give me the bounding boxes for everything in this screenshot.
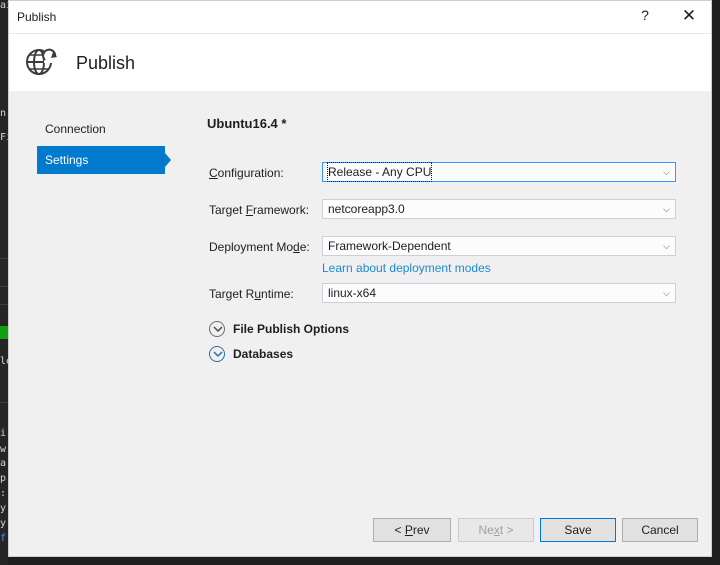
- bg-glyph: y: [0, 518, 7, 529]
- background-editor-strip: ai n Fi le i w a p : y y f: [0, 0, 8, 565]
- dialog-header: Publish: [9, 33, 711, 91]
- deployment-mode-dropdown[interactable]: Framework-Dependent ⌵: [322, 236, 676, 256]
- target-framework-label: Target Framework:: [209, 203, 310, 217]
- title-bar: Publish ? ✕: [9, 1, 711, 33]
- chevron-down-icon: ⌵: [663, 241, 670, 251]
- target-framework-dropdown[interactable]: netcoreapp3.0 ⌵: [322, 199, 676, 219]
- bg-green-marker: [0, 326, 8, 339]
- bg-glyph: ai: [0, 0, 8, 11]
- publish-dialog: Publish ? ✕ Publish Connection Settings …: [8, 0, 712, 557]
- globe-publish-icon: [26, 48, 57, 75]
- target-runtime-label: Target Runtime:: [209, 287, 294, 301]
- configuration-value: Release - Any CPU: [326, 162, 433, 182]
- close-button[interactable]: ✕: [677, 6, 701, 26]
- target-runtime-dropdown[interactable]: linux-x64 ⌵: [322, 283, 676, 303]
- bg-glyph: y: [0, 503, 7, 514]
- help-button[interactable]: ?: [635, 7, 655, 23]
- save-button[interactable]: Save: [540, 518, 616, 542]
- file-publish-options-label: File Publish Options: [233, 322, 350, 336]
- deployment-mode-label: Deployment Mode:: [209, 240, 310, 254]
- nav-item-settings[interactable]: Settings: [37, 146, 165, 174]
- prev-button[interactable]: < Prev: [373, 518, 451, 542]
- profile-name: Ubuntu16.4 *: [207, 116, 287, 131]
- bg-glyph: a: [0, 458, 7, 469]
- nav-selection-arrow: [165, 153, 171, 167]
- bg-glyph: p: [0, 473, 7, 484]
- bg-glyph: i: [0, 428, 7, 439]
- expand-chevron-icon: [209, 321, 225, 337]
- bg-glyph: f: [0, 533, 7, 544]
- bg-glyph: le: [0, 356, 8, 367]
- next-button[interactable]: Next >: [458, 518, 534, 542]
- bg-glyph: n: [0, 108, 7, 119]
- databases-label: Databases: [233, 347, 294, 361]
- target-runtime-value: linux-x64: [328, 286, 377, 300]
- deployment-modes-link[interactable]: Learn about deployment modes: [322, 261, 491, 275]
- nav-item-connection[interactable]: Connection: [37, 115, 165, 143]
- chevron-down-icon: ⌵: [663, 204, 670, 214]
- target-framework-value: netcoreapp3.0: [328, 202, 405, 216]
- bg-glyph: w: [0, 444, 7, 455]
- bg-glyph: Fi: [0, 132, 8, 143]
- expand-chevron-icon: [209, 346, 225, 362]
- chevron-down-icon: ⌵: [663, 288, 670, 298]
- bg-glyph: :: [0, 488, 7, 499]
- nav-item-label: Connection: [45, 122, 106, 136]
- configuration-label: Configuration:: [209, 166, 284, 180]
- header-title: Publish: [76, 53, 136, 73]
- window-title: Publish: [17, 10, 57, 24]
- deployment-mode-value: Framework-Dependent: [328, 239, 451, 253]
- configuration-dropdown[interactable]: Release - Any CPU ⌵: [322, 162, 676, 182]
- chevron-down-icon: ⌵: [663, 167, 670, 177]
- nav-item-label: Settings: [45, 153, 89, 167]
- cancel-button[interactable]: Cancel: [622, 518, 698, 542]
